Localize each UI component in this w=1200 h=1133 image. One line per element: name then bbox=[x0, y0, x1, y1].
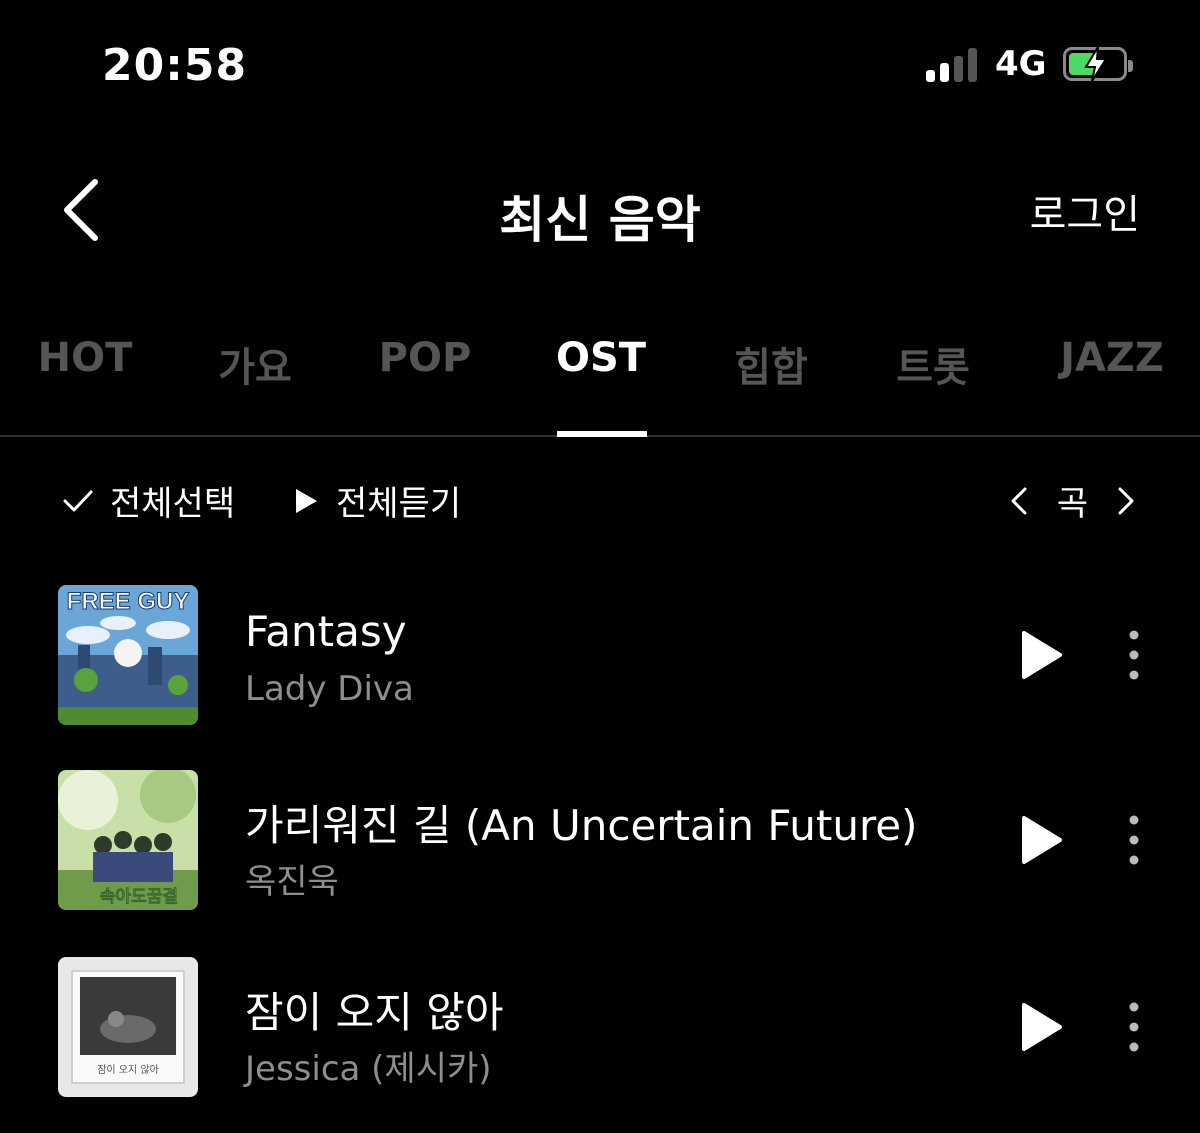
album-cover: FREE GUY bbox=[58, 585, 198, 725]
tab-kpop[interactable]: 가요 bbox=[218, 335, 292, 393]
song-row[interactable]: 속아도꿈결 가리워진 길 (An Uncertain Future) 옥진욱 bbox=[0, 770, 1200, 910]
select-all-label: 전체선택 bbox=[110, 484, 236, 524]
list-controls: 전체선택 전체듣기 곡 bbox=[0, 470, 1200, 530]
cover-title: FREE GUY bbox=[67, 588, 190, 615]
cover-title: 속아도꿈결 bbox=[100, 887, 178, 907]
signal-icon bbox=[926, 48, 978, 82]
tab-pop[interactable]: POP bbox=[379, 335, 472, 381]
page-title: 최신 음악 bbox=[499, 191, 701, 249]
song-title: 가리워진 길 (An Uncertain Future) bbox=[245, 801, 918, 850]
play-icon bbox=[296, 488, 317, 513]
active-tab-indicator bbox=[557, 431, 647, 437]
pager: 곡 bbox=[1005, 476, 1140, 525]
play-all-label: 전체듣기 bbox=[336, 484, 462, 524]
tab-jazz[interactable]: JAZZ bbox=[1060, 335, 1164, 381]
song-title: Fantasy bbox=[245, 607, 407, 656]
play-icon[interactable] bbox=[1020, 814, 1064, 866]
song-row[interactable]: FREE GUY Fantasy Lady Diva bbox=[0, 585, 1200, 725]
tab-hiphop[interactable]: 힙합 bbox=[734, 335, 808, 393]
tab-trot[interactable]: 트롯 bbox=[896, 335, 970, 393]
chevron-left-icon[interactable] bbox=[1005, 481, 1035, 521]
more-options-icon[interactable] bbox=[1120, 997, 1148, 1057]
play-icon[interactable] bbox=[1020, 1001, 1064, 1053]
login-button[interactable]: 로그인 bbox=[1030, 182, 1140, 240]
pager-label: 곡 bbox=[1056, 484, 1088, 524]
song-artist: Lady Diva bbox=[245, 669, 414, 709]
song-artist: 옥진욱 bbox=[245, 862, 339, 902]
cover-title: 잠이 오지 않아 bbox=[97, 1064, 159, 1076]
album-cover: 잠이 오지 않아 bbox=[58, 957, 198, 1097]
status-bar: 20:58 4G bbox=[0, 0, 1200, 130]
song-title: 잠이 오지 않아 bbox=[245, 988, 504, 1037]
tab-hot[interactable]: HOT bbox=[38, 335, 133, 381]
battery-icon bbox=[1063, 46, 1133, 82]
play-icon[interactable] bbox=[1020, 629, 1064, 681]
network-type: 4G bbox=[995, 44, 1047, 84]
album-cover: 속아도꿈결 bbox=[58, 770, 198, 910]
play-all-button[interactable]: 전체듣기 bbox=[292, 476, 461, 525]
more-options-icon[interactable] bbox=[1120, 625, 1148, 685]
tab-ost[interactable]: OST bbox=[556, 335, 646, 381]
song-artist: Jessica (제시카) bbox=[245, 1049, 492, 1089]
status-time: 20:58 bbox=[102, 40, 248, 91]
song-row[interactable]: 잠이 오지 않아 잠이 오지 않아 Jessica (제시카) bbox=[0, 957, 1200, 1097]
app-header: 최신 음악 로그인 bbox=[0, 150, 1200, 270]
genre-tabs: HOT 가요 POP OST 힙합 트롯 JAZZ bbox=[0, 325, 1200, 437]
more-options-icon[interactable] bbox=[1120, 810, 1148, 870]
check-icon bbox=[63, 490, 93, 511]
select-all-button[interactable]: 전체선택 bbox=[62, 476, 235, 525]
chevron-right-icon[interactable] bbox=[1110, 481, 1140, 521]
